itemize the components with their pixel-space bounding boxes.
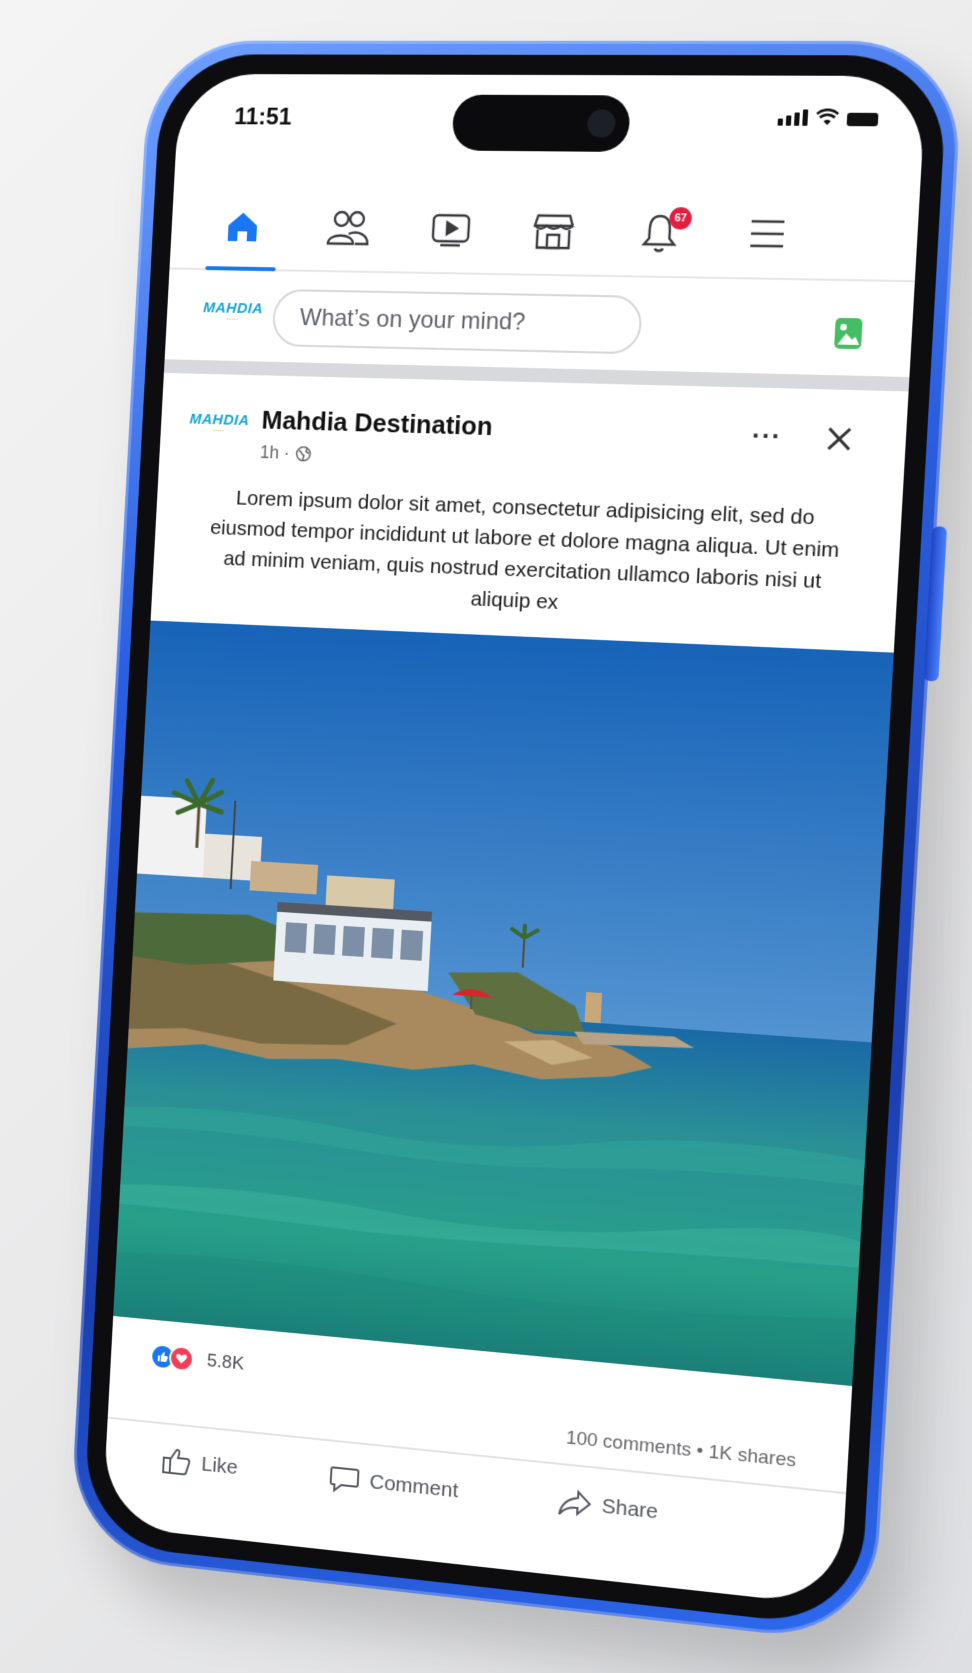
mahdia-logo[interactable]: MAHDIA ·····: [202, 299, 263, 323]
comments-shares-count[interactable]: 100 comments • 1K shares: [565, 1427, 796, 1472]
status-time: 11:51: [234, 104, 293, 132]
post-body-text: Lorem ipsum dolor sit amet, consectetur …: [195, 482, 854, 630]
share-button[interactable]: Share: [557, 1487, 659, 1528]
tab-watch[interactable]: [395, 186, 507, 273]
tab-notifications[interactable]: 67: [602, 188, 718, 277]
post-time: 1h ·: [259, 442, 290, 464]
like-button[interactable]: Like: [161, 1446, 239, 1483]
thumbs-up-icon: [161, 1446, 193, 1478]
like-label: Like: [201, 1453, 239, 1480]
post-meta: 1h ·: [259, 442, 312, 464]
camera-icon: [587, 109, 617, 137]
status-bar: 11:51: [175, 74, 926, 169]
home-icon: [223, 207, 263, 247]
close-post-button[interactable]: [824, 424, 855, 459]
video-icon: [428, 209, 473, 249]
post-header: MAHDIA ····· Mahdia Destination 1h · ···: [159, 381, 908, 482]
globe-icon: [295, 445, 312, 462]
scene: 11:51 67 MAHDIA ····· What’s on your min…: [0, 0, 972, 1673]
notification-badge: 67: [669, 207, 693, 230]
friends-icon: [325, 208, 372, 248]
post-composer: MAHDIA ····· What’s on your mind?: [165, 273, 915, 375]
tab-friends[interactable]: [293, 185, 404, 272]
comment-button[interactable]: Comment: [328, 1463, 459, 1506]
tab-home[interactable]: [188, 184, 297, 270]
author-avatar[interactable]: MAHDIA ·····: [189, 411, 250, 435]
comment-label: Comment: [369, 1470, 459, 1503]
share-icon: [557, 1487, 593, 1521]
battery-icon: [847, 113, 879, 127]
phone-mockup: 11:51 67 MAHDIA ····· What’s on your min…: [69, 41, 965, 1645]
post-author-name[interactable]: Mahdia Destination: [261, 405, 494, 442]
coastline-photo: [113, 621, 894, 1387]
close-icon: [824, 424, 855, 453]
more-options-button[interactable]: ···: [751, 420, 782, 452]
reaction-count[interactable]: 5.8K: [206, 1350, 244, 1375]
tab-menu[interactable]: [709, 189, 827, 278]
signal-icon: [778, 109, 809, 126]
whats-on-your-mind-input[interactable]: What’s on your mind?: [271, 289, 643, 354]
tab-marketplace[interactable]: [497, 187, 611, 275]
author-avatar-text: MAHDIA: [189, 411, 250, 429]
dynamic-island: [451, 95, 631, 152]
hamburger-menu-icon: [746, 215, 789, 252]
comment-icon: [328, 1463, 360, 1496]
phone-screen: 11:51 67 MAHDIA ····· What’s on your min…: [102, 74, 927, 1607]
photo-icon: [832, 316, 865, 352]
top-nav: 67: [169, 172, 920, 283]
marketplace-icon: [531, 209, 577, 252]
share-label: Share: [601, 1494, 659, 1524]
post-photo[interactable]: [113, 621, 894, 1387]
reaction-icons[interactable]: [150, 1343, 195, 1373]
photo-button[interactable]: [832, 316, 865, 357]
love-reaction-icon: [169, 1345, 195, 1373]
mahdia-logo-text: MAHDIA: [203, 299, 264, 317]
wifi-icon: [816, 108, 840, 126]
status-icons: [778, 108, 879, 126]
